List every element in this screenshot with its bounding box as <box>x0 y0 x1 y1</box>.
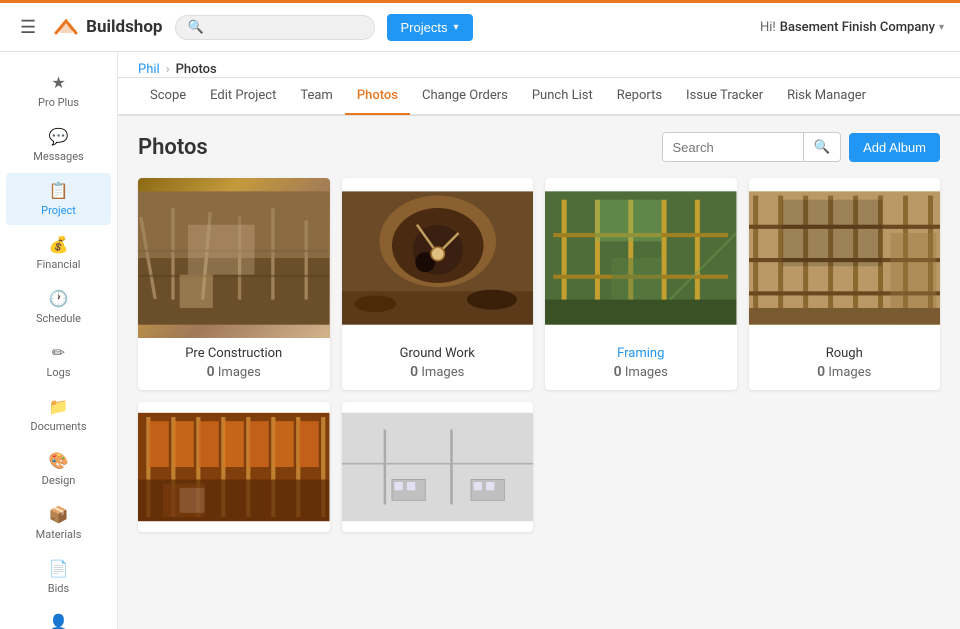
layout: ★ Pro Plus 💬 Messages 📋 Project 💰 Financ… <box>0 52 960 629</box>
album-card-insulation[interactable] <box>138 402 330 532</box>
chat-icon: 💬 <box>49 127 69 146</box>
global-search-bar[interactable]: 🔍 <box>175 15 375 40</box>
album-count: 0 Images <box>352 364 524 380</box>
photo-grid-row1: Pre Construction 0 Images <box>138 178 940 390</box>
album-image-pre-construction <box>138 178 330 338</box>
projects-label: Projects <box>401 20 448 35</box>
app-name: Buildshop <box>86 17 162 37</box>
sidebar-item-project[interactable]: 📋 Project <box>6 173 111 225</box>
sidebar-item-pro-plus[interactable]: ★ Pro Plus <box>6 65 111 117</box>
tab-issue-tracker[interactable]: Issue Tracker <box>674 78 775 115</box>
sidebar-item-design[interactable]: 🎨 Design <box>6 443 111 495</box>
documents-icon: 📁 <box>49 397 69 416</box>
sidebar-item-financial[interactable]: 💰 Financial <box>6 227 111 279</box>
search-icon: 🔍 <box>188 20 204 35</box>
tab-reports[interactable]: Reports <box>605 78 674 115</box>
page-title: Photos <box>138 135 208 160</box>
add-album-button[interactable]: Add Album <box>849 133 940 162</box>
sidebar-item-schedule[interactable]: 🕐 Schedule <box>6 281 111 333</box>
tab-change-orders[interactable]: Change Orders <box>410 78 520 115</box>
top-nav: ☰ Buildshop 🔍 Projects ▾ Hi! Basement Fi… <box>0 0 960 52</box>
chevron-down-icon: ▾ <box>453 22 458 33</box>
album-info-framing: Framing 0 Images <box>545 338 737 390</box>
album-card-pre-construction[interactable]: Pre Construction 0 Images <box>138 178 330 390</box>
tab-punch-list[interactable]: Punch List <box>520 78 605 115</box>
tab-scope[interactable]: Scope <box>138 78 198 115</box>
company-name: Basement Finish Company <box>780 20 935 35</box>
breadcrumb-current: Photos <box>176 62 217 77</box>
album-info-ground-work: Ground Work 0 Images <box>342 338 534 390</box>
user-menu-chevron-icon: ▾ <box>939 22 944 33</box>
sidebar-item-documents[interactable]: 📁 Documents <box>6 389 111 441</box>
album-thumbnail-rough <box>749 178 941 338</box>
album-image-drywall <box>342 402 534 532</box>
main-content: Phil › Photos Scope Edit Project Team Ph… <box>118 52 960 629</box>
global-search-input[interactable] <box>210 20 362 35</box>
financial-icon: 💰 <box>49 235 69 254</box>
sub-nav: Scope Edit Project Team Photos Change Or… <box>118 78 960 115</box>
album-name: Pre Construction <box>148 346 320 361</box>
album-thumbnail-pre-construction <box>138 178 330 338</box>
photos-search-field[interactable]: 🔍 <box>662 132 842 162</box>
sidebar-item-logs[interactable]: ✏ Logs <box>6 335 111 387</box>
breadcrumb: Phil › Photos <box>118 52 960 78</box>
album-card-drywall[interactable] <box>342 402 534 532</box>
contacts-icon: 👤 <box>49 613 69 629</box>
album-image-rough <box>749 178 941 338</box>
album-info-pre-construction: Pre Construction 0 Images <box>138 338 330 390</box>
greeting-text: Hi! <box>760 20 776 35</box>
photos-search-input[interactable] <box>663 134 803 161</box>
sidebar-item-messages[interactable]: 💬 Messages <box>6 119 111 171</box>
album-card-ground-work[interactable]: Ground Work 0 Images <box>342 178 534 390</box>
photos-header-controls: 🔍 Add Album <box>662 132 940 162</box>
photos-search-button[interactable]: 🔍 <box>803 133 841 161</box>
logo-icon <box>52 15 80 39</box>
sidebar-item-contacts[interactable]: 👤 Contacts <box>6 605 111 629</box>
user-menu[interactable]: Hi! Basement Finish Company ▾ <box>760 20 944 35</box>
album-thumbnail-insulation <box>138 402 330 532</box>
album-count: 0 Images <box>555 364 727 380</box>
sidebar-item-bids[interactable]: 📄 Bids <box>6 551 111 603</box>
album-info-rough: Rough 0 Images <box>749 338 941 390</box>
project-icon: 📋 <box>49 181 69 200</box>
album-thumbnail-drywall <box>342 402 534 532</box>
tab-team[interactable]: Team <box>288 78 345 115</box>
breadcrumb-parent-link[interactable]: Phil <box>138 62 160 77</box>
album-image-ground-work <box>342 178 534 338</box>
album-card-rough[interactable]: Rough 0 Images <box>749 178 941 390</box>
album-image-insulation <box>138 402 330 532</box>
album-image-framing <box>545 178 737 338</box>
tab-photos[interactable]: Photos <box>345 78 410 115</box>
design-icon: 🎨 <box>49 451 69 470</box>
tab-risk-manager[interactable]: Risk Manager <box>775 78 878 115</box>
logs-icon: ✏ <box>52 343 65 362</box>
album-name: Ground Work <box>352 346 524 361</box>
sidebar: ★ Pro Plus 💬 Messages 📋 Project 💰 Financ… <box>0 52 118 629</box>
album-name: Framing <box>555 346 727 361</box>
materials-icon: 📦 <box>49 505 69 524</box>
album-count: 0 Images <box>148 364 320 380</box>
top-bar: Phil › Photos Scope Edit Project Team Ph… <box>118 52 960 116</box>
sidebar-item-materials[interactable]: 📦 Materials <box>6 497 111 549</box>
album-count: 0 Images <box>759 364 931 380</box>
photos-header: Photos 🔍 Add Album <box>138 132 940 162</box>
album-thumbnail-ground-work <box>342 178 534 338</box>
photos-area: Photos 🔍 Add Album <box>118 116 960 629</box>
star-icon: ★ <box>51 73 65 92</box>
projects-button[interactable]: Projects ▾ <box>387 14 473 41</box>
bids-icon: 📄 <box>49 559 69 578</box>
tab-edit-project[interactable]: Edit Project <box>198 78 288 115</box>
album-card-framing[interactable]: Framing 0 Images <box>545 178 737 390</box>
album-thumbnail-framing <box>545 178 737 338</box>
photo-grid-row2 <box>138 402 940 532</box>
logo: Buildshop <box>52 15 162 39</box>
album-name: Rough <box>759 346 931 361</box>
hamburger-button[interactable]: ☰ <box>16 13 40 42</box>
breadcrumb-separator: › <box>166 62 170 77</box>
schedule-icon: 🕐 <box>49 289 69 308</box>
